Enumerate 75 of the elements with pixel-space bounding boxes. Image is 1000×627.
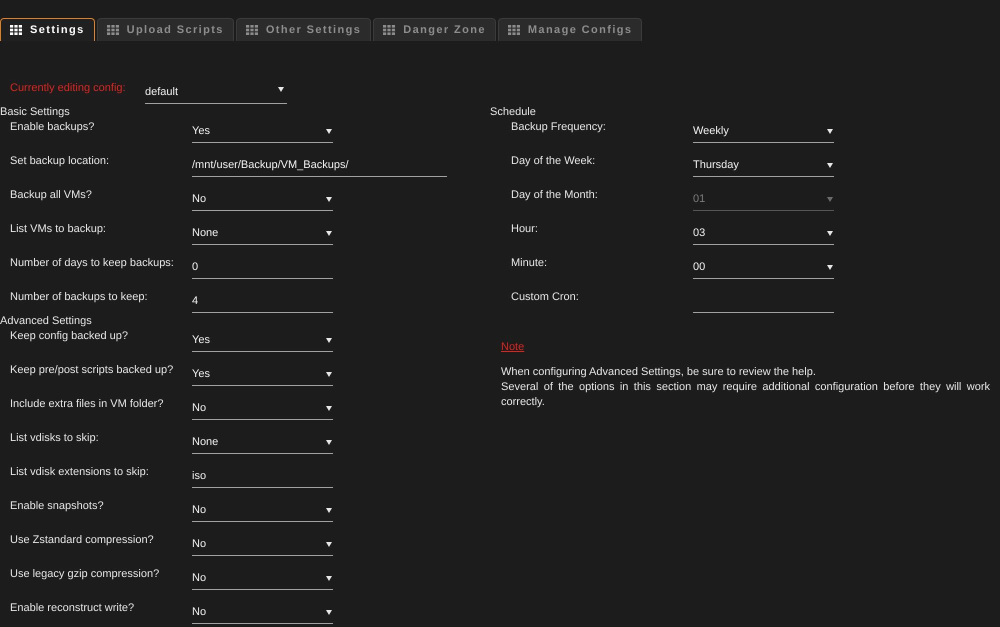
section-title: Basic Settings (0, 105, 71, 119)
note-text: Several of the options in this section may require additional configuration before they will work correctly. (501, 380, 990, 410)
tab[interactable]: Manage Configs (498, 18, 642, 41)
tab[interactable]: Danger Zone (373, 18, 496, 41)
dropdown[interactable]: Yes (192, 121, 333, 143)
config-label: Currently editing config: (9, 82, 127, 95)
caret-icon (326, 508, 332, 513)
field-label: Day of the Week: (510, 155, 596, 168)
field-label: Backup all VMs? (9, 189, 93, 202)
dropdown[interactable]: Weekly (693, 121, 834, 143)
dropdown[interactable]: No (192, 568, 333, 590)
grid-icon (106, 25, 119, 35)
text-field[interactable]: 4 (192, 291, 333, 313)
dropdown[interactable]: Yes (192, 330, 333, 352)
caret-icon (827, 129, 833, 134)
field-label: Custom Cron: (510, 291, 580, 304)
tab[interactable]: Other Settings (236, 18, 372, 41)
caret-icon (326, 542, 332, 547)
field-label: Number of days to keep backups: (9, 257, 175, 270)
field-label: Set backup location: (9, 155, 110, 168)
field-label: List VMs to backup: (9, 223, 107, 236)
field-label: Use legacy gzip compression? (9, 568, 160, 581)
field-label: Use Zstandard compression? (9, 534, 155, 547)
field-label: Hour: (510, 223, 539, 236)
field-label: Keep pre/post scripts backed up? (9, 364, 174, 377)
grid-icon (246, 25, 258, 35)
grid-icon (10, 25, 22, 35)
text-field[interactable]: iso (192, 466, 333, 488)
field-label: Minute: (510, 257, 548, 270)
tab[interactable]: Settings (0, 18, 95, 41)
caret-icon (827, 231, 833, 236)
caret-icon (827, 197, 833, 202)
config-dropdown[interactable]: default (145, 82, 287, 104)
field-label: Enable backups? (9, 121, 96, 134)
dropdown[interactable]: No (192, 189, 333, 211)
field-label: Day of the Month: (510, 189, 599, 202)
dropdown[interactable]: None (192, 223, 333, 245)
tab[interactable]: Upload Scripts (96, 18, 234, 41)
dropdown[interactable]: None (192, 432, 333, 454)
dropdown[interactable]: No (192, 534, 333, 556)
section-title: Advanced Settings (0, 314, 93, 328)
field-label: Enable reconstruct write? (9, 602, 136, 615)
field-label: List vdisk extensions to skip: (9, 466, 150, 479)
dropdown[interactable]: No (192, 602, 333, 624)
dropdown[interactable]: Yes (192, 364, 333, 386)
grid-icon (383, 25, 396, 35)
caret-icon (827, 163, 833, 168)
text-field[interactable]: /mnt/user/Backup/VM_Backups/ (192, 155, 447, 177)
grid-icon (508, 25, 520, 35)
caret-icon (326, 197, 332, 202)
dropdown[interactable]: Thursday (693, 155, 834, 177)
field-label: Include extra files in VM folder? (9, 398, 164, 411)
field-label: List vdisks to skip: (9, 432, 100, 445)
dropdown[interactable]: No (192, 398, 333, 420)
field-label: Backup Frequency: (510, 121, 607, 134)
caret-icon (326, 129, 332, 134)
dropdown[interactable]: No (192, 500, 333, 522)
dropdown[interactable]: 03 (693, 223, 834, 245)
field-label: Enable snapshots? (9, 500, 105, 513)
caret-icon (278, 87, 284, 92)
section-title: Schedule (490, 105, 537, 119)
caret-icon (326, 610, 332, 615)
dropdown[interactable]: 00 (693, 257, 834, 279)
caret-icon (326, 231, 332, 236)
caret-icon (326, 372, 332, 377)
text-field[interactable]: 0 (192, 257, 333, 279)
caret-icon (326, 440, 332, 445)
caret-icon (827, 265, 833, 270)
field-label: Keep config backed up? (9, 330, 130, 343)
note-heading: Note (501, 340, 524, 354)
note-text: When configuring Advanced Settings, be sure to review the help. (501, 365, 817, 380)
field-label: Number of backups to keep: (9, 291, 149, 304)
caret-icon (326, 576, 332, 581)
caret-icon (326, 406, 332, 411)
caret-icon (326, 338, 332, 343)
